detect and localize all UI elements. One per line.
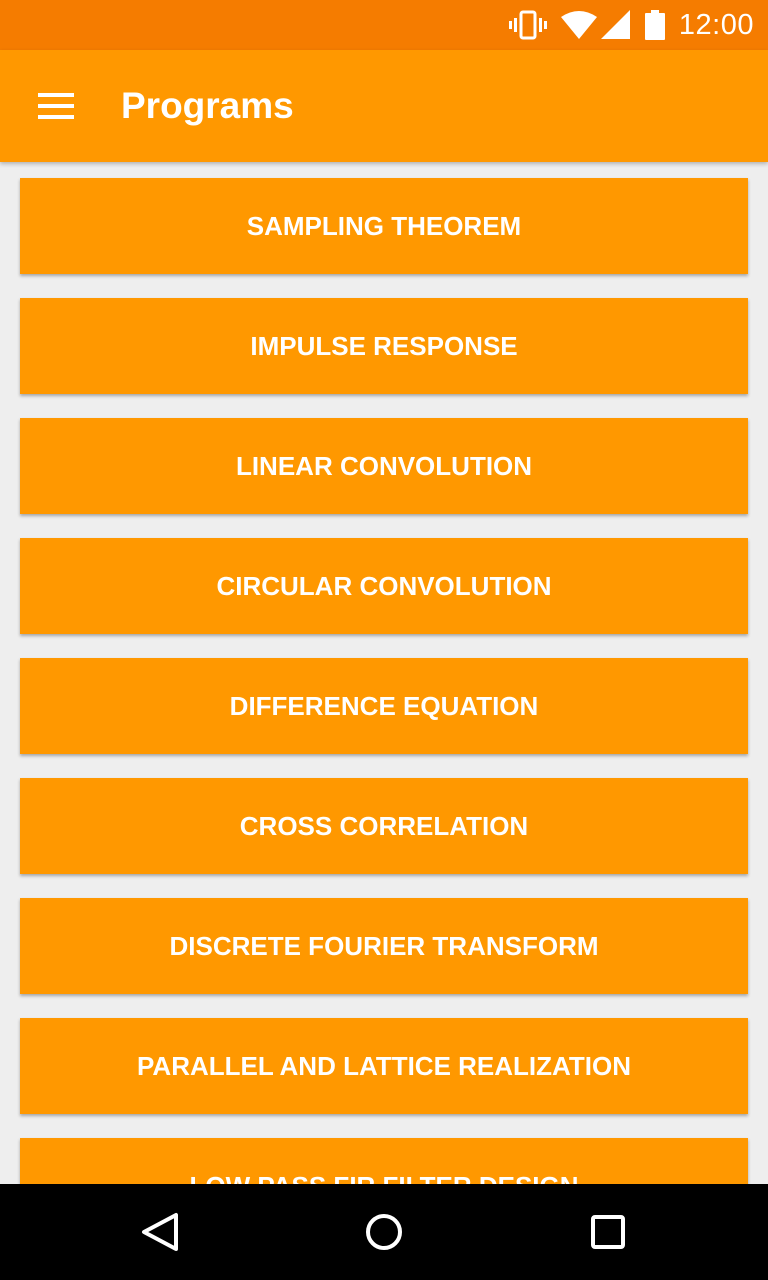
vibrate-icon [508, 10, 547, 40]
battery-icon [644, 10, 665, 40]
cell-signal-icon [600, 10, 631, 40]
app-bar: Programs [0, 50, 768, 162]
program-button-linear-convolution[interactable]: LINEAR CONVOLUTION [20, 418, 748, 514]
page-title: Programs [121, 85, 294, 126]
status-bar: 12:00 [0, 0, 768, 50]
program-button-low-pass-fir-filter-design[interactable]: LOW PASS FIR FILTER DESIGN [20, 1138, 748, 1184]
program-button-circular-convolution[interactable]: CIRCULAR CONVOLUTION [20, 538, 748, 634]
program-button-difference-equation[interactable]: DIFFERENCE EQUATION [20, 658, 748, 754]
status-icons: 12:00 [508, 0, 754, 50]
home-icon[interactable] [354, 1202, 414, 1262]
recents-icon[interactable] [578, 1202, 638, 1262]
program-button-sampling-theorem[interactable]: SAMPLING THEOREM [20, 178, 748, 274]
program-button-parallel-lattice-realization[interactable]: PARALLEL AND LATTICE REALIZATION [20, 1018, 748, 1114]
wifi-icon [560, 10, 597, 40]
back-icon[interactable] [130, 1202, 190, 1262]
app-screen: 12:00 Programs SAMPLING THEOREM IMPULSE … [0, 0, 768, 1280]
program-button-cross-correlation[interactable]: CROSS CORRELATION [20, 778, 748, 874]
status-time: 12:00 [678, 8, 754, 41]
program-button-discrete-fourier-transform[interactable]: DISCRETE FOURIER TRANSFORM [20, 898, 748, 994]
navigation-bar [0, 1184, 768, 1280]
program-button-impulse-response[interactable]: IMPULSE RESPONSE [20, 298, 748, 394]
programs-list[interactable]: SAMPLING THEOREM IMPULSE RESPONSE LINEAR… [0, 162, 768, 1184]
hamburger-menu-icon[interactable] [26, 82, 86, 130]
